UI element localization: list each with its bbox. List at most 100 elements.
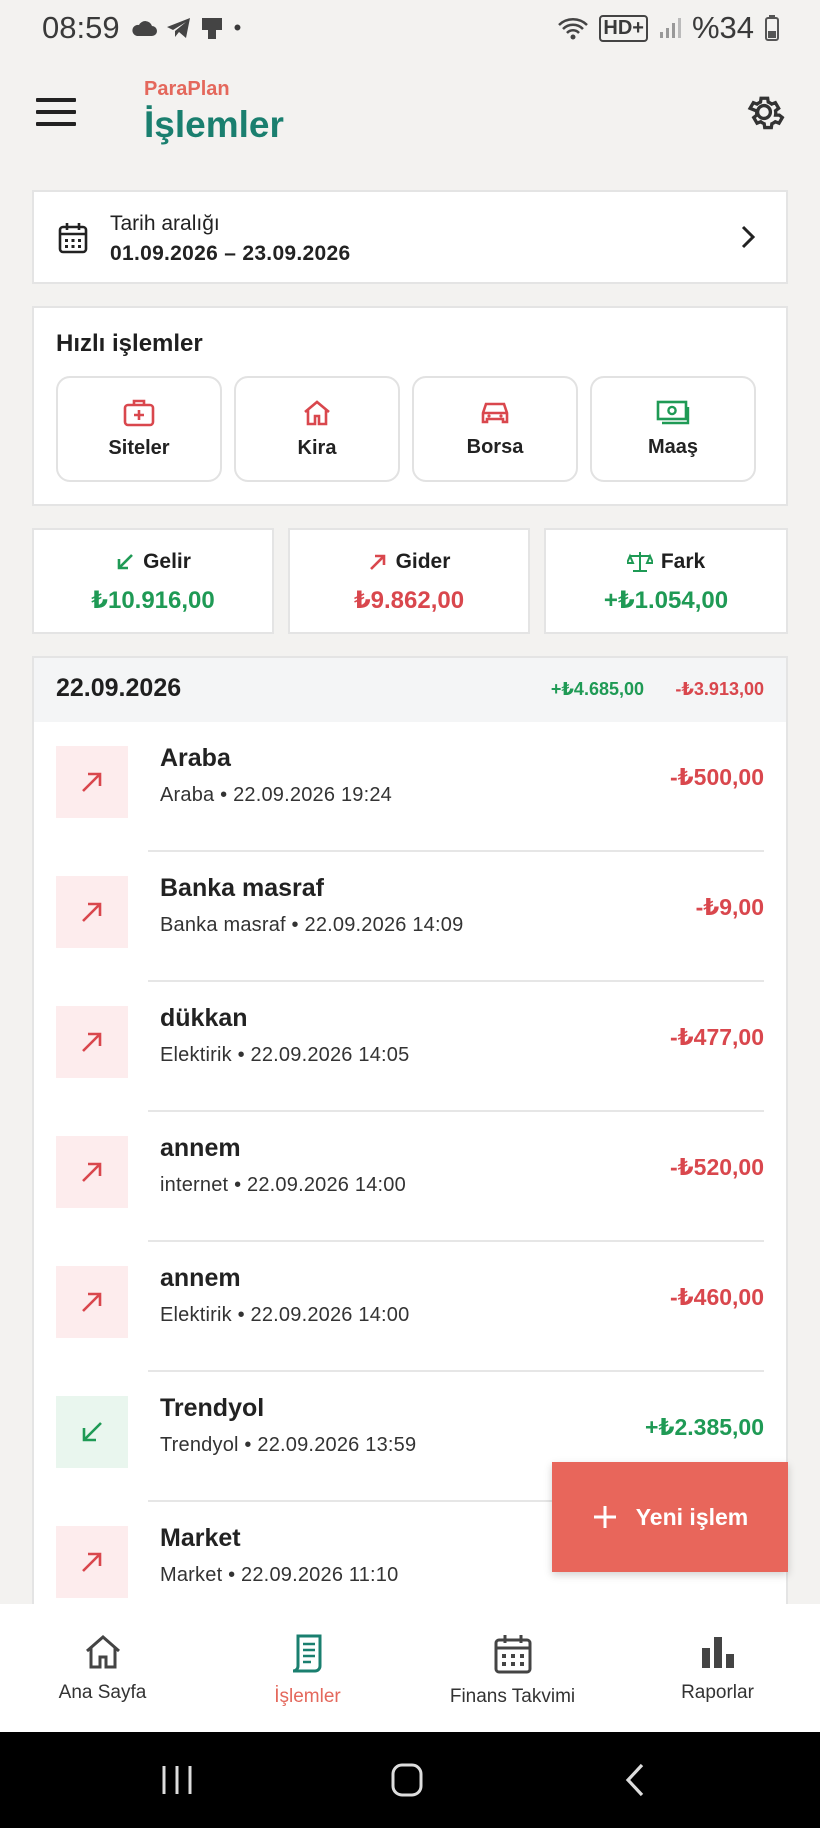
arrow-up-right-icon [56,876,128,948]
battery-icon [765,15,779,41]
quick-action-borsa[interactable]: Borsa [412,376,578,482]
transaction-row[interactable]: dükkan Elektirik • 22.09.2026 14:05 -₺47… [34,982,786,1112]
quick-action-label: Siteler [108,436,170,459]
home-icon [85,1635,120,1669]
quick-actions-card: Hızlı işlemler Siteler Kira Borsa Maaş [32,306,788,506]
status-bar: 08:59 • HD+ %34 [0,0,820,56]
transaction-title: annem [160,1134,241,1162]
plus-icon [593,1506,616,1528]
menu-icon[interactable] [36,98,76,130]
day-expense-total: -₺3.913,00 [675,679,764,699]
notification-icon [201,18,222,39]
arrow-up-right-icon [56,1266,128,1338]
quick-action-label: Maaş [647,435,699,458]
receipt-icon [292,1634,321,1673]
arrow-up-right-icon [56,746,128,818]
nav-item-home[interactable]: Ana Sayfa [0,1604,205,1732]
signal-icon [659,18,681,38]
arrow-up-right-icon [56,1136,128,1208]
transaction-title: annem [160,1264,241,1292]
back-icon[interactable] [624,1762,646,1798]
wifi-icon [558,18,589,40]
car-icon [481,402,509,423]
nav-item-calendar[interactable]: Finans Takvimi [410,1604,615,1732]
gear-icon[interactable] [742,90,786,134]
battery-percent: %34 [691,10,754,45]
transaction-subtitle: Market • 22.09.2026 11:10 [160,1564,399,1586]
transaction-amount: -₺520,00 [669,1154,764,1180]
arrow-up-right-icon [56,1526,128,1598]
day-date: 22.09.2026 [56,674,182,702]
bottom-nav: Ana Sayfa İşlemler Finans Takvimi Raporl… [0,1604,820,1732]
date-range-label: Tarih aralığı [110,212,220,235]
transaction-row[interactable]: Araba Araba • 22.09.2026 19:24 -₺500,00 [34,722,786,852]
day-header: 22.09.2026 +₺4.685,00 -₺3.913,00 [34,658,786,722]
arrow-down-left-icon [56,1396,128,1468]
page-title: İşlemler [144,104,284,145]
hd-icon: HD+ [599,14,648,42]
nav-label: İşlemler [274,1686,341,1707]
income-value: ₺10.916,00 [91,587,215,614]
transaction-subtitle: Banka masraf • 22.09.2026 14:09 [160,914,464,936]
quick-action-label: Borsa [466,435,524,458]
quick-actions-title: Hızlı işlemler [56,330,203,357]
cloud-icon [131,21,157,36]
expense-value: ₺9.862,00 [353,587,465,614]
income-summary-card: Gelir ₺10.916,00 [32,528,274,634]
transaction-subtitle: Araba • 22.09.2026 19:24 [160,784,392,806]
chevron-right-icon [741,225,756,249]
expense-label: Gider [395,550,451,573]
quick-action-kira[interactable]: Kira [234,376,400,482]
dot-icon: • [233,15,242,40]
day-income-total: +₺4.685,00 [550,679,644,699]
quick-action-siteler[interactable]: Siteler [56,376,222,482]
status-time: 08:59 [42,10,120,45]
new-transaction-label: Yeni işlem [635,1503,749,1530]
nav-label: Ana Sayfa [58,1682,147,1703]
arrow-down-left-icon [117,554,133,570]
transaction-subtitle: Trendyol • 22.09.2026 13:59 [160,1434,417,1456]
diff-label: Fark [660,550,706,573]
calendar-icon [494,1635,531,1674]
home-icon [304,399,330,425]
date-range-card[interactable]: Tarih aralığı 01.09.2026 – 23.09.2026 [32,190,788,284]
diff-value: +₺1.054,00 [603,587,729,614]
nav-label: Raporlar [681,1682,754,1703]
expense-summary-card: Gider ₺9.862,00 [288,528,530,634]
nav-label: Finans Takvimi [449,1686,576,1707]
nav-item-transactions[interactable]: İşlemler [205,1604,410,1732]
arrow-up-right-icon [369,554,385,570]
new-transaction-button[interactable]: Yeni işlem [552,1462,788,1572]
home-button-icon[interactable] [390,1762,424,1798]
transaction-amount: -₺500,00 [669,764,764,790]
transaction-amount: +₺2.385,00 [645,1414,764,1440]
transaction-amount: -₺460,00 [669,1284,764,1310]
system-navigation-bar [0,1732,820,1828]
diff-summary-card: Fark +₺1.054,00 [544,528,788,634]
transaction-row[interactable]: annem internet • 22.09.2026 14:00 -₺520,… [34,1112,786,1242]
medkit-icon [123,399,155,426]
quick-action-label: Kira [297,436,337,459]
transaction-title: dükkan [160,1004,248,1032]
transaction-row[interactable]: Banka masraf Banka masraf • 22.09.2026 1… [34,852,786,982]
transaction-subtitle: Elektirik • 22.09.2026 14:05 [160,1044,410,1066]
quick-action-maas[interactable]: Maaş [590,376,756,482]
income-label: Gelir [143,550,191,573]
transaction-row[interactable]: annem Elektirik • 22.09.2026 14:00 -₺460… [34,1242,786,1372]
transaction-amount: -₺9,00 [695,894,764,920]
transaction-amount: -₺477,00 [669,1024,764,1050]
calendar-icon [58,223,88,254]
transaction-title: Market [160,1524,241,1552]
transaction-title: Araba [160,744,231,772]
arrow-up-right-icon [56,1006,128,1078]
brand-name: ParaPlan [144,78,230,100]
nav-item-reports[interactable]: Raporlar [615,1604,820,1732]
transaction-title: Banka masraf [160,874,324,902]
bar-chart-icon [701,1637,734,1668]
date-range-value: 01.09.2026 – 23.09.2026 [110,242,351,265]
money-icon [656,400,690,424]
scale-icon [626,552,653,572]
telegram-icon [166,18,190,38]
recent-apps-icon[interactable] [160,1764,194,1796]
app-header: ParaPlan İşlemler [0,60,820,170]
